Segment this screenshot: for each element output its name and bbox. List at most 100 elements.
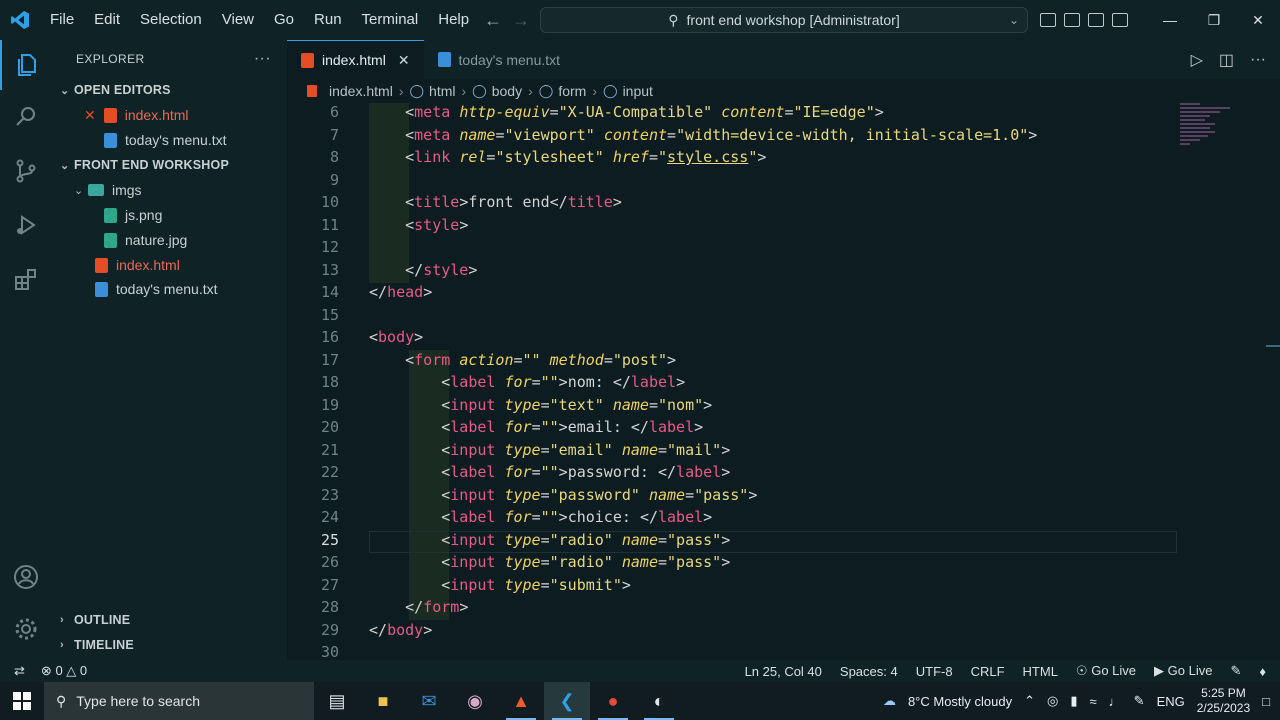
chrome-icon[interactable]: ●	[590, 682, 636, 720]
more-actions-icon[interactable]: ···	[1250, 51, 1266, 69]
gear-icon[interactable]	[0, 604, 52, 654]
language-mode[interactable]: HTML	[1023, 664, 1058, 679]
breadcrumb-item[interactable]: html	[429, 83, 455, 99]
close-window-button[interactable]: ✕	[1236, 0, 1280, 40]
remote-icon[interactable]: ⇄	[14, 663, 25, 679]
taskbar-search-input[interactable]: ⚲ Type here to search	[44, 682, 314, 720]
notifications-icon[interactable]: □	[1262, 694, 1270, 709]
chevron-down-icon[interactable]: ⌄	[1009, 13, 1019, 27]
notifications-bell-icon[interactable]: ♦	[1259, 664, 1266, 679]
menu-help[interactable]: Help	[428, 0, 479, 40]
code-line[interactable]: </form>	[369, 598, 468, 616]
open-editors-header[interactable]: ⌄ OPEN EDITORS	[52, 78, 287, 102]
breadcrumb-item[interactable]: input	[623, 83, 653, 99]
indentation[interactable]: Spaces: 4	[840, 664, 898, 679]
battery-icon[interactable]: ▮	[1070, 693, 1077, 709]
paint-app-icon[interactable]: ◉	[452, 682, 498, 720]
problems-indicator[interactable]: ⊗ 0 △ 0	[41, 663, 87, 679]
breadcrumb-item[interactable]: body	[492, 83, 522, 99]
menu-go[interactable]: Go	[264, 0, 304, 40]
vscode-taskbar-icon[interactable]: ❮	[544, 682, 590, 720]
restore-window-button[interactable]: ❐	[1192, 0, 1236, 40]
code-line[interactable]: </body>	[369, 621, 432, 639]
menu-selection[interactable]: Selection	[130, 0, 212, 40]
folder-imgs[interactable]: ⌄ imgs	[52, 178, 287, 202]
toggle-sidebar-icon[interactable]	[1040, 13, 1056, 27]
menu-terminal[interactable]: Terminal	[352, 0, 429, 40]
command-center-search[interactable]: ⚲ front end workshop [Administrator] ⌄	[540, 7, 1028, 33]
code-line[interactable]: <input type="radio" name="pass">	[369, 553, 730, 571]
brave-browser-icon[interactable]: ▲	[498, 682, 544, 720]
code-line[interactable]: <label for="">email: </label>	[369, 418, 703, 436]
mail-icon[interactable]: ✉	[406, 682, 452, 720]
back-arrow-icon[interactable]: ←	[484, 10, 502, 31]
open-editor-item-index[interactable]: ✕ index.html	[52, 103, 287, 127]
menu-edit[interactable]: Edit	[84, 0, 130, 40]
code-line[interactable]: <style>	[369, 216, 468, 234]
run-debug-icon[interactable]	[0, 200, 52, 250]
tab-index-html[interactable]: index.html ✕	[287, 40, 424, 79]
weather-text[interactable]: 8°C Mostly cloudy	[908, 694, 1012, 709]
code-line[interactable]: </style>	[369, 261, 477, 279]
code-line[interactable]: <label for="">choice: </label>	[369, 508, 712, 526]
menu-view[interactable]: View	[212, 0, 264, 40]
volume-icon[interactable]: ♩	[1109, 694, 1122, 709]
file-js-png[interactable]: js.png	[52, 203, 287, 227]
code-line[interactable]: </head>	[369, 283, 432, 301]
minimize-window-button[interactable]: —	[1148, 0, 1192, 40]
open-editor-item-menu[interactable]: today's menu.txt	[52, 128, 287, 152]
close-icon[interactable]: ✕	[84, 107, 96, 124]
microphone-icon[interactable]: ◎	[1047, 693, 1058, 709]
extensions-icon[interactable]	[0, 254, 52, 304]
file-explorer-icon[interactable]: ■	[360, 682, 406, 720]
search-icon[interactable]	[0, 92, 52, 142]
code-line[interactable]: <form action="" method="post">	[369, 351, 676, 369]
file-todays-menu[interactable]: today's menu.txt	[52, 277, 287, 301]
file-index-html[interactable]: index.html	[52, 253, 287, 277]
outline-header[interactable]: › OUTLINE	[52, 608, 287, 632]
minimap[interactable]	[1180, 103, 1250, 163]
explorer-files-icon[interactable]	[0, 40, 52, 90]
accounts-icon[interactable]	[0, 552, 52, 602]
code-line[interactable]: <input type="submit">	[369, 576, 631, 594]
code-line[interactable]: <body>	[369, 328, 423, 346]
go-live-button[interactable]: ☉ Go Live	[1076, 663, 1136, 679]
chevron-up-icon[interactable]: ⌃	[1024, 693, 1035, 709]
code-line[interactable]: <meta name="viewport" content="width=dev…	[369, 126, 1037, 144]
code-line[interactable]: <label for="">password: </label>	[369, 463, 730, 481]
toggle-panel-icon[interactable]	[1064, 13, 1080, 27]
end-of-line[interactable]: CRLF	[971, 664, 1005, 679]
clock[interactable]: 5:25 PM 2/25/2023	[1197, 686, 1250, 716]
toggle-secondary-sidebar-icon[interactable]	[1088, 13, 1104, 27]
breadcrumb-item[interactable]: form	[558, 83, 586, 99]
code-line[interactable]: <input type="password" name="pass">	[369, 486, 757, 504]
wifi-icon[interactable]: ≈	[1090, 694, 1097, 709]
pen-icon[interactable]: ✎	[1134, 693, 1145, 709]
scrollbar-marker[interactable]	[1266, 345, 1280, 347]
workspace-header[interactable]: ⌄ FRONT END WORKSHOP	[52, 153, 287, 177]
language-indicator[interactable]: ENG	[1157, 694, 1185, 709]
split-editor-icon[interactable]: ◫	[1219, 50, 1234, 70]
code-line[interactable]: <input type="radio" name="pass">	[369, 531, 730, 549]
code-line[interactable]: <link rel="stylesheet" href="style.css">	[369, 148, 766, 166]
source-control-icon[interactable]	[0, 146, 52, 196]
code-line[interactable]: <meta http-equiv="X-UA-Compatible" conte…	[369, 103, 884, 121]
more-actions-icon[interactable]: ···	[254, 50, 271, 68]
menu-run[interactable]: Run	[304, 0, 352, 40]
timeline-header[interactable]: › TIMELINE	[52, 633, 287, 657]
feedback-icon[interactable]: ✎	[1230, 663, 1241, 679]
cursor-position[interactable]: Ln 25, Col 40	[745, 664, 822, 679]
code-line[interactable]: <input type="text" name="nom">	[369, 396, 712, 414]
go-live-button[interactable]: ▶ Go Live	[1154, 663, 1212, 679]
obs-icon[interactable]: ◐	[636, 682, 682, 720]
customize-layout-icon[interactable]	[1112, 13, 1128, 27]
code-editor[interactable]: 6 <meta http-equiv="X-UA-Compatible" con…	[287, 103, 1280, 660]
file-nature-jpg[interactable]: nature.jpg	[52, 228, 287, 252]
code-line[interactable]: <title>front end</title>	[369, 193, 622, 211]
forward-arrow-icon[interactable]: →	[512, 10, 530, 31]
task-view-icon[interactable]: ▤	[314, 682, 360, 720]
code-line[interactable]: <input type="email" name="mail">	[369, 441, 730, 459]
close-icon[interactable]: ✕	[398, 52, 410, 69]
windows-start-icon[interactable]	[0, 682, 44, 720]
tab-todays-menu[interactable]: today's menu.txt	[424, 40, 575, 79]
